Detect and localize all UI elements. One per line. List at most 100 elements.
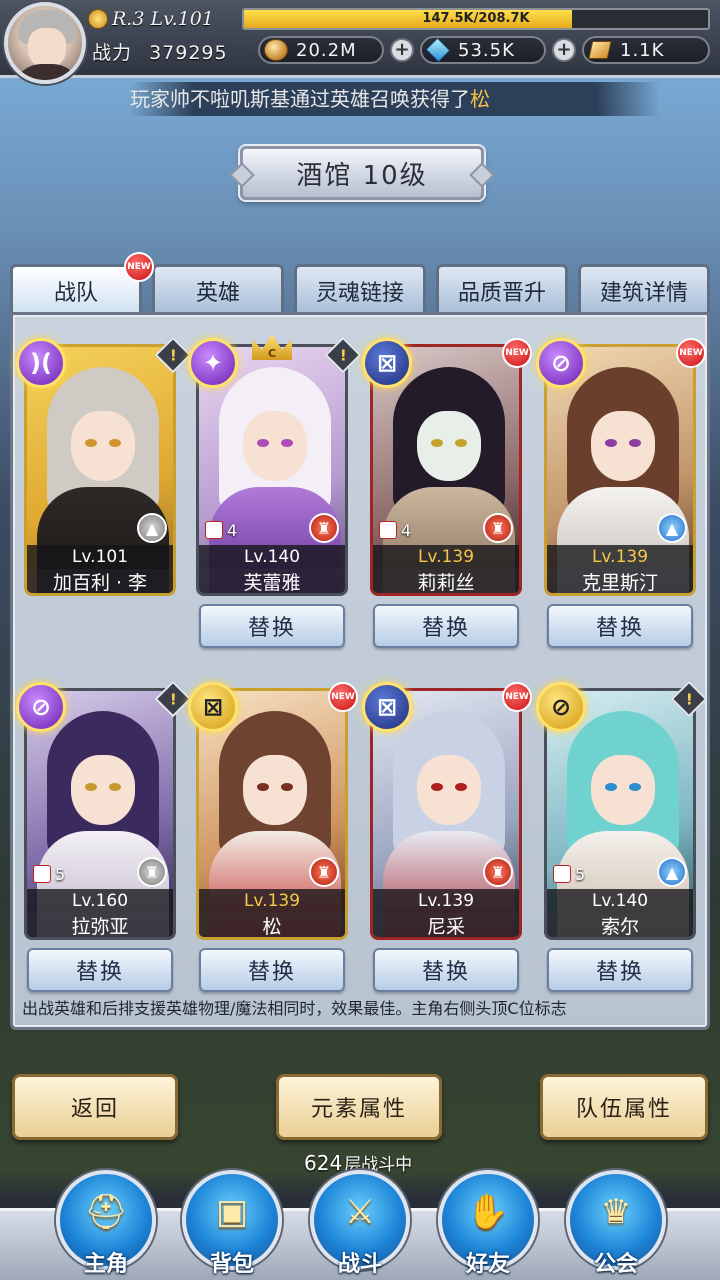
top-bar: R.3 Lv.101 147.5K/208.7K 战力 379295 20.2M… [0,0,720,84]
hero-eye [257,783,269,791]
hero-name: 松 [199,913,345,937]
player-avatar[interactable] [4,2,86,84]
element-attributes-button[interactable]: 元素属性 [276,1074,442,1140]
hero-eye [605,439,617,447]
skill-icon [205,521,223,539]
hero-level: Lv.140 [199,545,345,569]
hero-skill-count: 4 [205,519,237,541]
nav-label: 好友 [465,1252,510,1277]
element-light-icon: ✦ [188,338,238,388]
nav-backpack[interactable]: ▣ 背包 [180,1168,284,1280]
hero-eye [85,439,97,447]
hero-face [591,755,655,825]
coin-icon [264,39,288,61]
marquee-text: 玩家帅不啦叽斯基通过英雄召唤获得了 [130,87,470,111]
rank-line: R.3 Lv.101 [88,6,238,32]
hero-eye [109,783,121,791]
element-magic-icon: ⊘ [536,682,586,732]
swap-button[interactable]: 替换 [373,948,519,992]
hero-eye [629,439,641,447]
hero-face [417,411,481,481]
tab-team[interactable]: 战队 [10,264,142,314]
hero-face [243,755,307,825]
exp-text: 147.5K/208.7K [422,11,530,26]
add-diamond-button[interactable]: + [552,38,576,62]
gem-icon [425,37,451,63]
hero-skill-count: 5 [33,863,65,885]
hero-eye [281,439,293,447]
hero-face [71,411,135,481]
back-button[interactable]: 返回 [12,1074,178,1140]
new-badge: NEW [502,682,532,712]
element-dark-icon: )( [16,338,66,388]
warrior-helmet-icon: ♜ [137,857,167,887]
hero-eye [431,439,443,447]
hero-name: 克里斯汀 [547,569,693,593]
guild-crest-icon: ♛ [600,1192,632,1232]
swap-button[interactable]: 替换 [547,948,693,992]
crossed-swords-icon: ⚔ [344,1192,376,1232]
mage-hat-icon: ▲ [137,513,167,543]
tab-heroes[interactable]: 英雄 [152,264,284,314]
nav-label: 战斗 [337,1252,382,1277]
nav-friends[interactable]: ✋ 好友 [436,1168,540,1280]
warrior-helmet-icon: ♜ [309,857,339,887]
card-value: 1.1K [620,39,665,61]
hero-face [417,755,481,825]
marquee-highlight: 松 [470,87,490,111]
new-badge: NEW [502,338,532,368]
hero-level: Lv.160 [27,889,173,913]
rank-level: R.3 Lv.101 [112,8,214,30]
element-magic-icon: ⊘ [16,682,66,732]
new-badge: NEW [328,682,358,712]
power-value: 379295 [149,42,228,64]
hero-face [71,755,135,825]
swap-button[interactable]: 替换 [27,948,173,992]
warrior-helmet-icon: ♜ [483,857,513,887]
wizard-hat-icon: ▲ [657,857,687,887]
tab-building-details[interactable]: 建筑详情 [578,264,710,314]
skill-icon [553,865,571,883]
power-line: 战力 379295 [92,38,228,65]
avatar-face [28,28,66,68]
warrior-helmet-icon: ♜ [483,513,513,543]
nav-label: 主角 [83,1252,128,1277]
hero-skill-count: 4 [379,519,411,541]
swap-button[interactable]: 替换 [547,604,693,648]
diamond-value: 53.5K [458,39,515,61]
swap-button[interactable]: 替换 [373,604,519,648]
hero-skill-count: 5 [553,863,585,885]
tab-quality-upgrade[interactable]: 品质晋升 [436,264,568,314]
hero-level: Lv.139 [373,545,519,569]
hero-eye [85,783,97,791]
tab-soul-link[interactable]: 灵魂链接 [294,264,426,314]
skill-icon [33,865,51,883]
page-title: 酒馆 10级 [240,146,484,200]
swap-button[interactable]: 替换 [199,948,345,992]
hero-eye [109,439,121,447]
add-gold-button[interactable]: + [390,38,414,62]
element-earth-icon: ⊠ [188,682,238,732]
swap-button[interactable]: 替换 [199,604,345,648]
exp-bar: 147.5K/208.7K [242,8,710,30]
power-label: 战力 [92,42,133,64]
team-attributes-button[interactable]: 队伍属性 [540,1074,708,1140]
handshake-icon: ✋ [466,1192,510,1232]
hero-level: Lv.140 [547,889,693,913]
nav-guild[interactable]: ♛ 公会 [564,1168,668,1280]
nav-hero[interactable]: ⛑ 主角 [54,1168,158,1280]
hero-eye [281,783,293,791]
warrior-helmet-icon: ♜ [309,513,339,543]
hero-face [243,411,307,481]
nav-battle[interactable]: ⚔ 战斗 [308,1168,412,1280]
skill-icon [379,521,397,539]
hero-eye [605,783,617,791]
hero-name: 尼采 [373,913,519,937]
hero-eye [629,783,641,791]
new-badge: NEW [124,252,154,282]
element-wind-icon: ⊠ [362,682,412,732]
helmet-icon: ⛑ [84,1192,128,1232]
hero-level: Lv.101 [27,545,173,569]
rank-crown-icon [88,9,108,29]
avatar-coat [12,64,82,80]
